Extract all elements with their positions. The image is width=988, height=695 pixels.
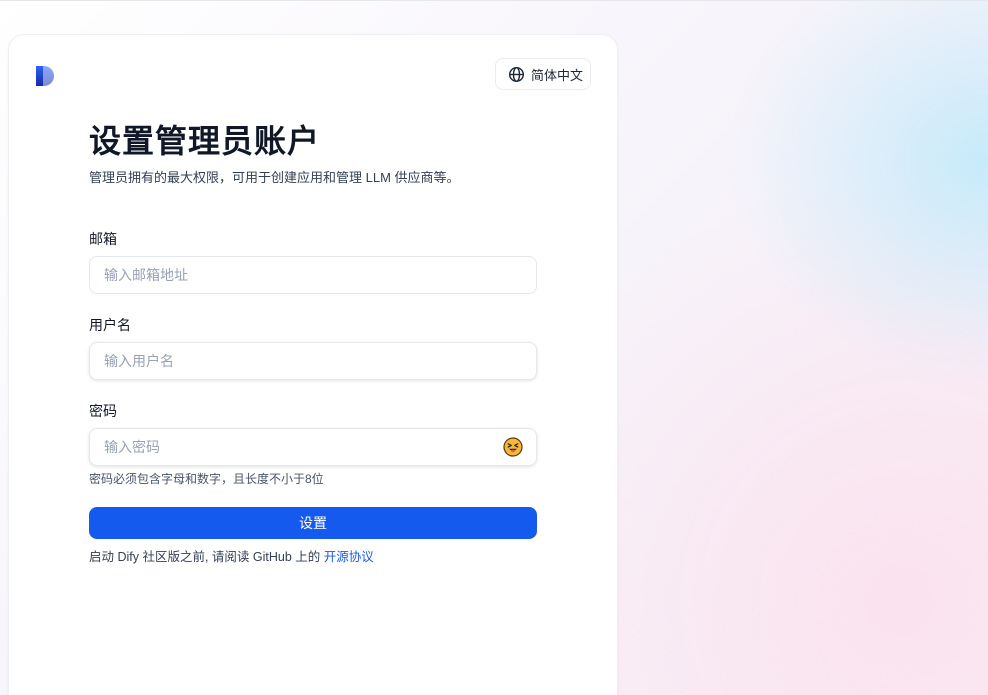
password-hint: 密码必须包含字母和数字，且长度不小于8位	[89, 472, 324, 486]
username-label: 用户名	[89, 317, 131, 333]
license-link[interactable]: 开源协议	[324, 550, 374, 564]
dify-logo-icon	[34, 65, 56, 87]
email-label: 邮箱	[89, 231, 117, 247]
page-title: 设置管理员账户	[89, 123, 321, 159]
language-selector[interactable]: 简体中文	[495, 58, 591, 90]
setup-form: 设置管理员账户 管理员拥有的最大权限，可用于创建应用和管理 LLM 供应商等。 …	[89, 119, 537, 564]
password-input[interactable]	[89, 428, 537, 466]
password-label: 密码	[89, 403, 117, 419]
signin-card: 简体中文 设置管理员账户 管理员拥有的最大权限，可用于创建应用和管理 LLM 供…	[8, 34, 618, 695]
email-input[interactable]	[89, 256, 537, 294]
setup-button[interactable]: 设置	[89, 507, 537, 539]
language-label: 简体中文	[531, 67, 584, 83]
license-text: 启动 Dify 社区版之前, 请阅读 GitHub 上的	[89, 550, 321, 564]
globe-icon	[508, 66, 525, 83]
top-divider	[0, 0, 988, 1]
username-input[interactable]	[89, 342, 537, 380]
license-notice: 启动 Dify 社区版之前, 请阅读 GitHub 上的 开源协议	[89, 546, 374, 565]
password-visibility-toggle-icon[interactable]	[503, 437, 523, 457]
page-subtitle: 管理员拥有的最大权限，可用于创建应用和管理 LLM 供应商等。	[89, 170, 460, 185]
